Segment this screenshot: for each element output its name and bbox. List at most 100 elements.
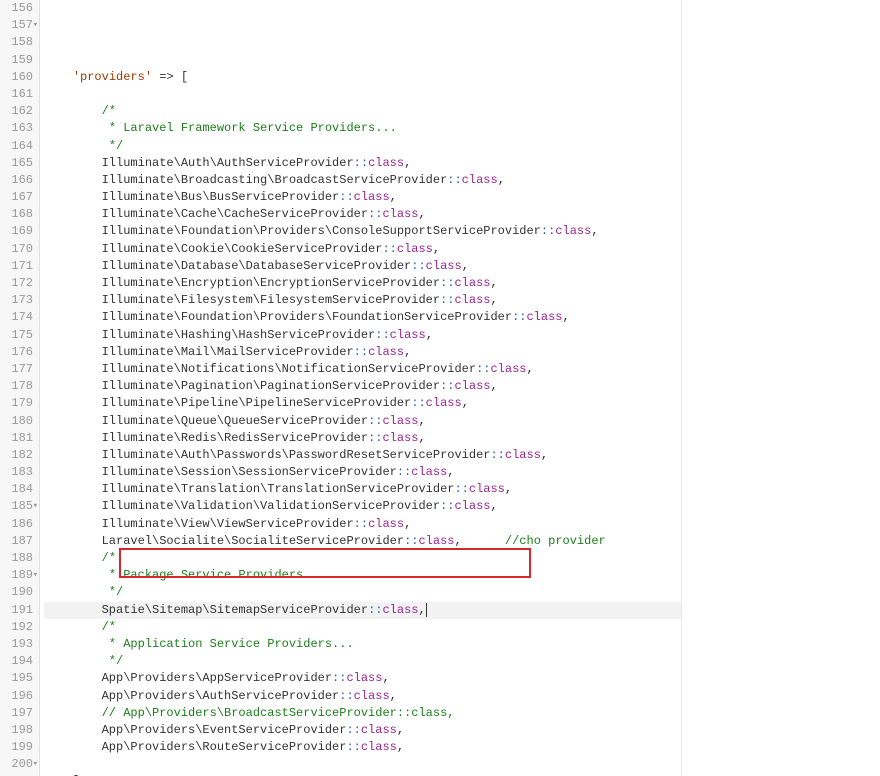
line-number[interactable]: 166 [6, 172, 33, 189]
code-line[interactable]: App\Providers\RouteServiceProvider::clas… [44, 739, 681, 756]
line-number[interactable]: 165 [6, 155, 33, 172]
code-line[interactable]: Illuminate\Foundation\Providers\ConsoleS… [44, 223, 681, 240]
code-line[interactable]: Illuminate\Redis\RedisServiceProvider::c… [44, 430, 681, 447]
code-line[interactable]: Laravel\Socialite\SocialiteServiceProvid… [44, 533, 681, 550]
code-token [44, 70, 73, 84]
line-number[interactable]: 182 [6, 447, 33, 464]
line-number[interactable]: 167 [6, 189, 33, 206]
code-line[interactable] [44, 86, 681, 103]
code-line[interactable]: Illuminate\Auth\Passwords\PasswordResetS… [44, 447, 681, 464]
code-line[interactable]: Illuminate\View\ViewServiceProvider::cla… [44, 516, 681, 533]
code-line[interactable] [44, 756, 681, 773]
fold-toggle-icon[interactable]: ▾ [33, 498, 38, 515]
line-number[interactable]: 158 [6, 34, 33, 51]
code-line[interactable]: Illuminate\Mail\MailServiceProvider::cla… [44, 344, 681, 361]
line-number[interactable]: 174 [6, 309, 33, 326]
code-token: , [541, 448, 548, 462]
line-number[interactable]: 168 [6, 206, 33, 223]
line-number[interactable]: 171 [6, 258, 33, 275]
code-editor[interactable]: 156157▾158159160161162163164165166167168… [0, 0, 880, 776]
line-number[interactable]: 189▾ [6, 567, 33, 584]
line-number[interactable]: 192 [6, 619, 33, 636]
line-number[interactable]: 156 [6, 0, 33, 17]
code-line[interactable]: Illuminate\Session\SessionServiceProvide… [44, 464, 681, 481]
line-number[interactable]: 163 [6, 120, 33, 137]
code-token: , [397, 723, 404, 737]
line-number[interactable]: 195 [6, 670, 33, 687]
line-number-gutter[interactable]: 156157▾158159160161162163164165166167168… [0, 0, 40, 776]
code-line[interactable] [44, 52, 681, 69]
line-number[interactable]: 159 [6, 52, 33, 69]
line-number[interactable]: 184 [6, 481, 33, 498]
code-line[interactable]: Illuminate\Pagination\PaginationServiceP… [44, 378, 681, 395]
code-area[interactable]: 'providers' => [ /* * Laravel Framework … [40, 0, 682, 776]
line-number[interactable]: 188 [6, 550, 33, 567]
line-number[interactable]: 169 [6, 223, 33, 240]
line-number[interactable]: 177 [6, 361, 33, 378]
code-line[interactable]: Illuminate\Database\DatabaseServiceProvi… [44, 258, 681, 275]
code-line[interactable]: * Application Service Providers... [44, 636, 681, 653]
line-number[interactable]: 179 [6, 395, 33, 412]
fold-toggle-icon[interactable]: ▾ [33, 756, 38, 773]
code-line[interactable]: Spatie\Sitemap\SitemapServiceProvider::c… [44, 602, 681, 619]
code-line[interactable]: * Laravel Framework Service Providers... [44, 120, 681, 137]
line-number[interactable]: 193 [6, 636, 33, 653]
code-line[interactable]: */ [44, 138, 681, 155]
line-number[interactable]: 176 [6, 344, 33, 361]
code-line[interactable]: */ [44, 653, 681, 670]
line-number[interactable]: 196 [6, 688, 33, 705]
code-token: :: [368, 431, 382, 445]
code-line[interactable]: Illuminate\Translation\TranslationServic… [44, 481, 681, 498]
fold-toggle-icon[interactable]: ▾ [33, 17, 38, 34]
line-number[interactable]: 160 [6, 69, 33, 86]
code-line[interactable]: Illuminate\Cookie\CookieServiceProvider:… [44, 241, 681, 258]
line-number[interactable]: 175 [6, 327, 33, 344]
line-number[interactable]: 172 [6, 275, 33, 292]
code-line[interactable]: Illuminate\Encryption\EncryptionServiceP… [44, 275, 681, 292]
code-line[interactable]: App\Providers\AppServiceProvider::class, [44, 670, 681, 687]
code-line[interactable]: Illuminate\Filesystem\FilesystemServiceP… [44, 292, 681, 309]
code-line[interactable]: /* [44, 550, 681, 567]
line-number[interactable]: 183 [6, 464, 33, 481]
code-line[interactable]: Illuminate\Validation\ValidationServiceP… [44, 498, 681, 515]
code-line[interactable]: Illuminate\Cache\CacheServiceProvider::c… [44, 206, 681, 223]
line-number[interactable]: 162 [6, 103, 33, 120]
code-line[interactable]: Illuminate\Notifications\NotificationSer… [44, 361, 681, 378]
code-line[interactable]: Illuminate\Hashing\HashServiceProvider::… [44, 327, 681, 344]
line-number[interactable]: 190 [6, 584, 33, 601]
line-number[interactable]: 173 [6, 292, 33, 309]
line-number[interactable]: 170 [6, 241, 33, 258]
code-line[interactable]: 'providers' => [ [44, 69, 681, 86]
line-number[interactable]: 181 [6, 430, 33, 447]
line-number[interactable]: 157▾ [6, 17, 33, 34]
line-number[interactable]: 186 [6, 516, 33, 533]
line-number[interactable]: 199 [6, 739, 33, 756]
code-line[interactable]: App\Providers\EventServiceProvider::clas… [44, 722, 681, 739]
line-number[interactable]: 178 [6, 378, 33, 395]
code-line[interactable]: */ [44, 584, 681, 601]
code-line[interactable]: Illuminate\Broadcasting\BroadcastService… [44, 172, 681, 189]
code-token: 'providers' [73, 70, 152, 84]
code-line[interactable]: Illuminate\Auth\AuthServiceProvider::cla… [44, 155, 681, 172]
code-line[interactable]: * Package Service Providers... [44, 567, 681, 584]
line-number[interactable]: 191 [6, 602, 33, 619]
fold-toggle-icon[interactable]: ▾ [33, 567, 38, 584]
line-number[interactable]: 194 [6, 653, 33, 670]
code-line[interactable]: /* [44, 619, 681, 636]
code-line[interactable]: Illuminate\Pipeline\PipelineServiceProvi… [44, 395, 681, 412]
code-line[interactable]: App\Providers\AuthServiceProvider::class… [44, 688, 681, 705]
line-number[interactable]: 198 [6, 722, 33, 739]
line-number[interactable]: 180 [6, 413, 33, 430]
line-number[interactable]: 161 [6, 86, 33, 103]
minimap[interactable] [682, 0, 880, 776]
line-number[interactable]: 187 [6, 533, 33, 550]
line-number[interactable]: 200▾ [6, 756, 33, 773]
code-line[interactable]: /* [44, 103, 681, 120]
code-line[interactable]: // App\Providers\BroadcastServiceProvide… [44, 705, 681, 722]
code-line[interactable]: Illuminate\Bus\BusServiceProvider::class… [44, 189, 681, 206]
line-number[interactable]: 164 [6, 138, 33, 155]
code-line[interactable]: Illuminate\Foundation\Providers\Foundati… [44, 309, 681, 326]
code-line[interactable]: Illuminate\Queue\QueueServiceProvider::c… [44, 413, 681, 430]
line-number[interactable]: 197 [6, 705, 33, 722]
line-number[interactable]: 185▾ [6, 498, 33, 515]
